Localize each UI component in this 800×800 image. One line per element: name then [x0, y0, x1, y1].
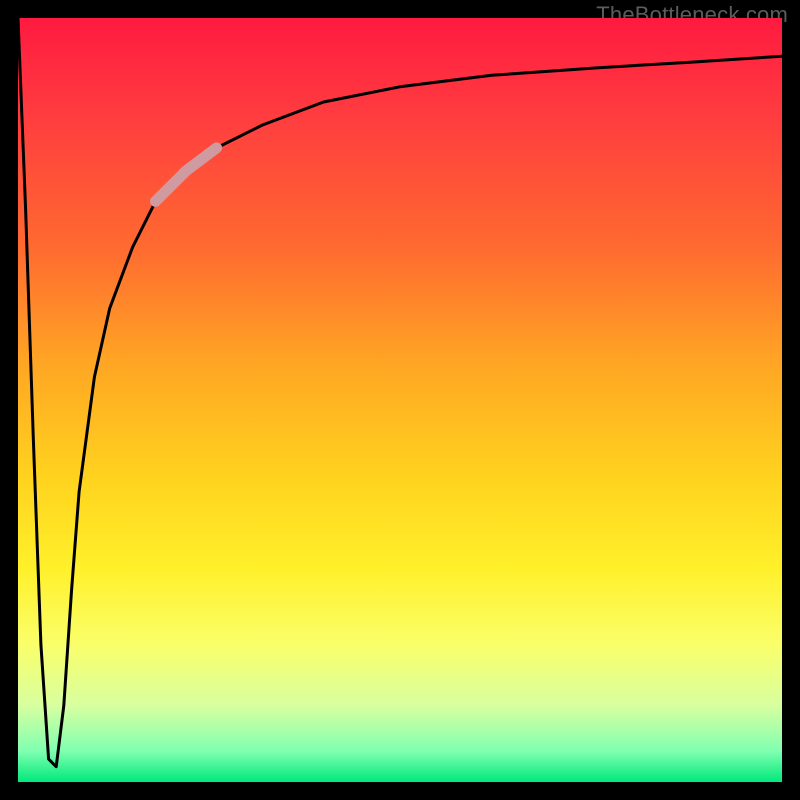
chart-frame: TheBottleneck.com: [0, 0, 800, 800]
highlight-segment: [156, 148, 217, 202]
plot-area: [18, 18, 782, 782]
bottleneck-curve: [18, 18, 782, 767]
curve-layer: [18, 18, 782, 782]
